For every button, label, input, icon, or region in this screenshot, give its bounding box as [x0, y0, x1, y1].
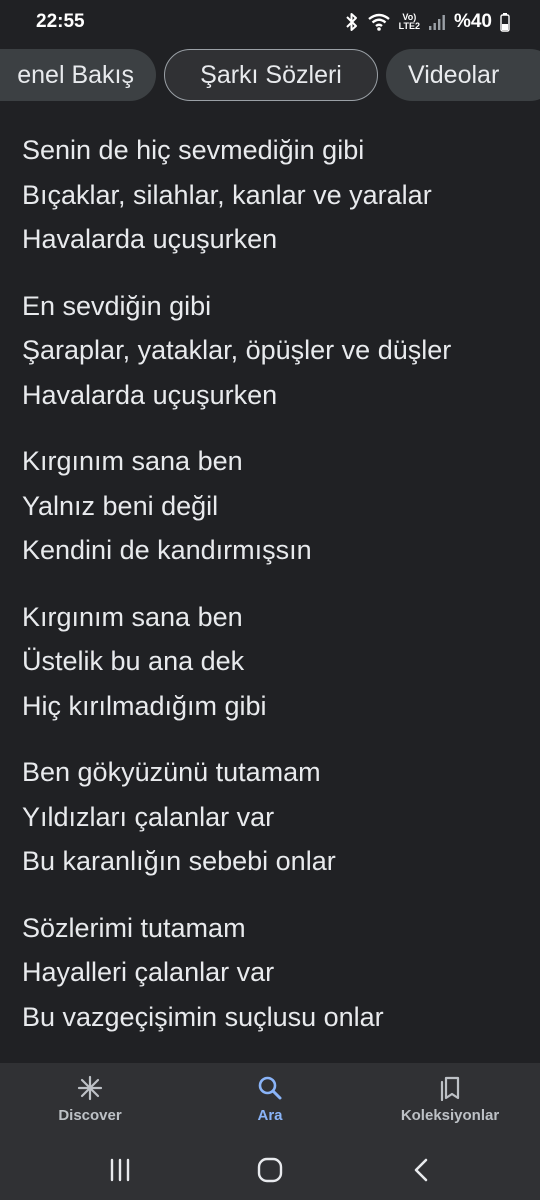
lyric-line: Üstelik bu ana dek	[22, 646, 245, 676]
lyric-line: Sözlerimi tutamam	[22, 912, 246, 943]
lyrics-body: Senin de hiç sevmediğin gibi Bıçaklar, s…	[22, 128, 532, 1061]
tab-bar: enel Bakış Şarkı Sözleri Videolar	[0, 46, 540, 104]
stanza: En sevdiğin gibi Şaraplar, yataklar, öpü…	[22, 284, 532, 418]
stanza: Kırgınım sana ben Üstelik bu ana dek Hiç…	[22, 595, 532, 729]
tab-videolar[interactable]: Videolar	[386, 49, 540, 101]
signal-icon	[428, 15, 445, 30]
nav-ara[interactable]: Ara	[180, 1063, 360, 1142]
tab-label: Videolar	[408, 60, 500, 89]
tab-genel-bakis[interactable]: enel Bakış	[0, 49, 156, 101]
tab-label: Şarkı Sözleri	[200, 60, 342, 89]
home-icon[interactable]	[256, 1156, 284, 1184]
lyric-line: Bu vazgeçişimin suçlusu onlar	[22, 1001, 384, 1032]
lyric-line: Kırgınım sana ben	[22, 446, 243, 476]
screen: 22:55 Vo) LTE2 %40 enel Bakış Şarkı Sözl…	[0, 0, 540, 1200]
bluetooth-icon	[345, 13, 357, 31]
nav-label: Discover	[58, 1107, 122, 1124]
recent-apps-icon[interactable]	[108, 1156, 132, 1184]
lyric-line: Bu karanlığın sebebi onlar	[22, 846, 336, 876]
lyric-line: Kendini de kandırmışsın	[22, 535, 312, 565]
lyric-line: Havalarda uçuşurken	[22, 379, 278, 410]
wifi-icon	[367, 13, 390, 31]
system-navigation-bar	[0, 1142, 540, 1200]
search-icon	[258, 1076, 282, 1100]
stanza: Senin de hiç sevmediğin gibi Bıçaklar, s…	[22, 128, 532, 262]
battery-icon	[500, 13, 510, 32]
lyric-line: Senin de hiç sevmediğin gibi	[22, 135, 365, 165]
nav-label: Ara	[257, 1107, 283, 1124]
nav-discover[interactable]: Discover	[0, 1063, 180, 1142]
lyric-line: Ben gökyüzünü tutamam	[22, 757, 321, 787]
stanza: Ben gökyüzünü tutamam Yıldızları çalanla…	[22, 750, 532, 884]
lyric-line: Havalarda uçuşurken	[22, 224, 278, 254]
tab-label: enel Bakış	[17, 60, 134, 89]
lyric-line: Yalnız beni değil	[22, 490, 219, 521]
lyric-line: Hayalleri çalanlar var	[22, 957, 275, 987]
lyric-line: Kırgınım sana ben	[22, 601, 243, 632]
lyric-line: Hiç kırılmadığım gibi	[22, 690, 267, 721]
lte-label: LTE2	[398, 21, 420, 31]
tab-sarki-sozleri[interactable]: Şarkı Sözleri	[164, 49, 378, 101]
back-icon[interactable]	[410, 1156, 432, 1184]
nav-koleksiyonlar[interactable]: Koleksiyonlar	[360, 1063, 540, 1142]
asterisk-icon	[77, 1075, 103, 1101]
lyric-line: Yıldızları çalanlar var	[22, 801, 275, 832]
lyric-line: En sevdiğin gibi	[22, 290, 212, 321]
stanza: Sözlerimi tutamam Hayalleri çalanlar var…	[22, 906, 532, 1040]
status-icons: Vo) LTE2 %40	[345, 11, 510, 33]
lyric-line: Şaraplar, yataklar, öpüşler ve düşler	[22, 335, 452, 365]
collections-icon	[440, 1076, 460, 1101]
status-bar: 22:55 Vo) LTE2 %40	[0, 0, 540, 44]
battery-percent: %40	[453, 11, 492, 32]
network-type: Vo) LTE2	[399, 13, 420, 31]
stanza: Kırgınım sana ben Yalnız beni değil Kend…	[22, 439, 532, 573]
bottom-navigation: Discover Ara Koleksiyonlar	[0, 1063, 540, 1142]
nav-label: Koleksiyonlar	[400, 1107, 500, 1124]
lyric-line: Bıçaklar, silahlar, kanlar ve yaralar	[22, 179, 432, 210]
status-time: 22:55	[36, 11, 85, 32]
